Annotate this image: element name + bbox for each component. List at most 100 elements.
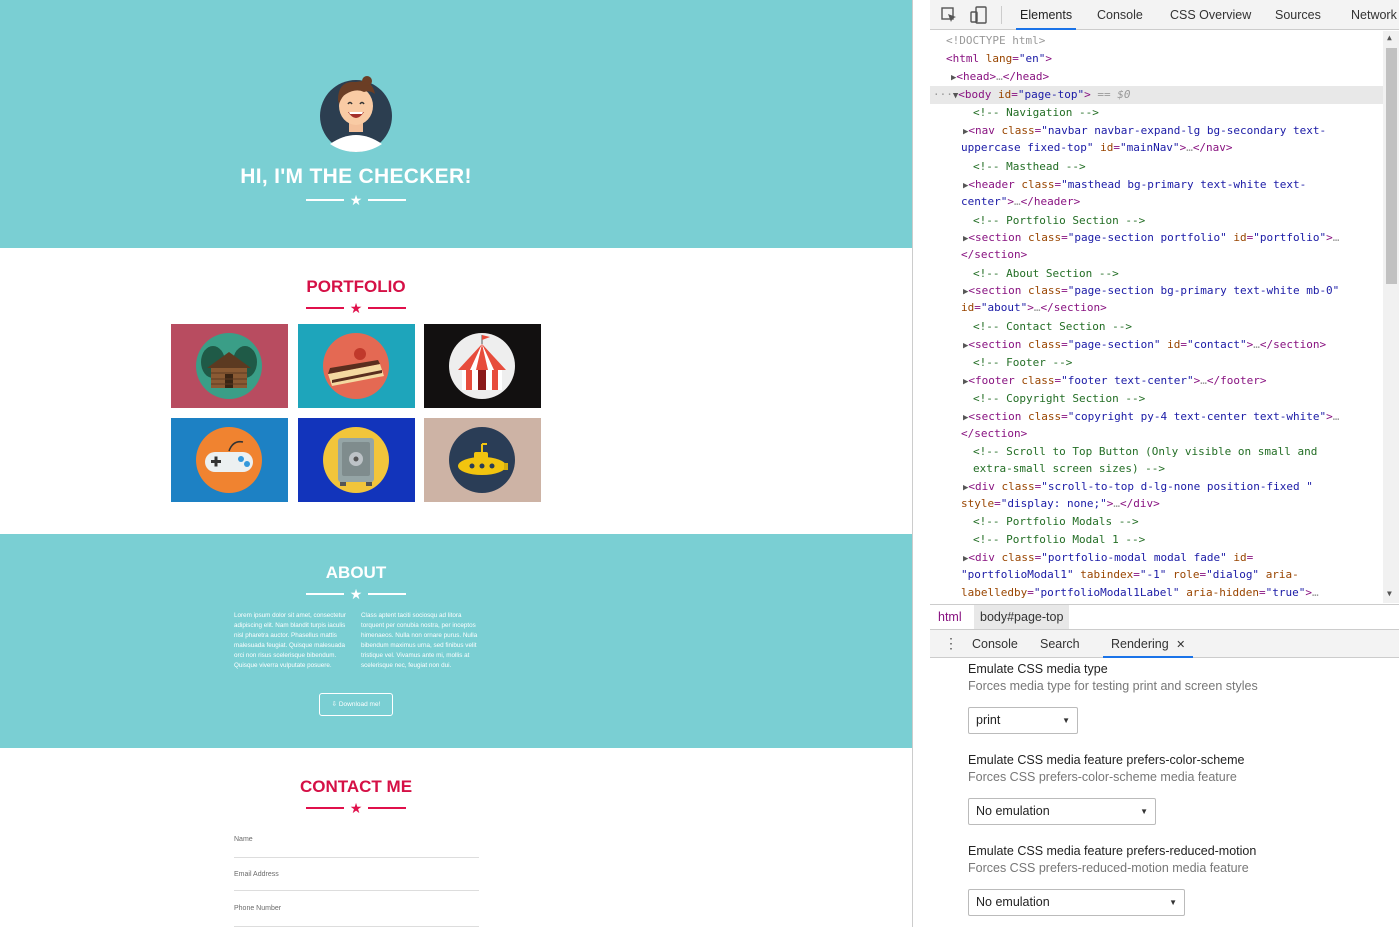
setting-description: Forces CSS prefers-color-scheme media fe… — [968, 770, 1237, 784]
masthead-title: HI, I'M THE CHECKER! — [240, 165, 472, 188]
device-toolbar-icon[interactable] — [970, 6, 988, 24]
dom-comment-wrap: extra-small screen sizes) --> — [973, 462, 1166, 475]
dom-node-doctype[interactable]: <!DOCTYPE html> — [946, 32, 1399, 50]
close-icon[interactable]: ✕ — [1176, 639, 1185, 651]
about-divider: ★ — [306, 587, 406, 601]
portfolio-item-cabin[interactable] — [171, 324, 288, 408]
scroll-up-icon[interactable]: ▲ — [1387, 33, 1392, 42]
chevron-down-icon: ▼ — [1062, 716, 1070, 725]
about-text-right: Class aptent taciti sociosqu ad litora t… — [361, 612, 478, 669]
email-field-label: Email Address — [234, 871, 279, 878]
dom-tree-scrollbar-thumb[interactable] — [1386, 48, 1397, 284]
tab-console[interactable]: Console — [1097, 0, 1143, 30]
portfolio-item-safe[interactable] — [298, 418, 415, 502]
drawer-tab-rendering-label: Rendering — [1111, 637, 1169, 651]
dom-node-div-modal-wrap: "portfolioModal1" tabindex="-1" role="di… — [961, 568, 1299, 581]
dom-node-section-copyright[interactable]: ▶<section class="copyright py-4 text-cen… — [963, 408, 1399, 426]
cabin-icon — [196, 333, 262, 399]
star-icon: ★ — [349, 300, 363, 316]
drawer-tab-rendering[interactable]: Rendering ✕ — [1103, 630, 1194, 658]
tab-sources[interactable]: Sources — [1275, 0, 1321, 30]
devtools-toolbar: Elements Console CSS Overview Sources Ne… — [930, 0, 1399, 30]
inspect-element-icon[interactable] — [940, 6, 958, 24]
dom-node-div-scroll-wrap: style="display: none;">…</div> — [961, 497, 1160, 510]
dom-node-section-portfolio-wrap: </section> — [961, 248, 1028, 261]
drawer-tab-search[interactable]: Search — [1040, 630, 1080, 658]
dom-comment[interactable]: <!-- Navigation --> — [973, 104, 1399, 122]
masthead: HI, I'M THE CHECKER! ★ — [0, 0, 912, 248]
rendering-panel: Emulate CSS media type Forces media type… — [930, 658, 1399, 927]
setting-title: Emulate CSS media feature prefers-reduce… — [968, 844, 1257, 858]
color-scheme-select[interactable]: No emulation ▼ — [968, 798, 1156, 825]
dom-comment[interactable]: <!-- Copyright Section --> — [973, 390, 1399, 408]
contact-divider: ★ — [306, 801, 406, 815]
dom-comment[interactable]: <!-- Masthead --> — [973, 158, 1399, 176]
dom-node-div-scroll[interactable]: ▶<div class="scroll-to-top d-lg-none pos… — [963, 478, 1399, 496]
tab-network[interactable]: Network — [1351, 0, 1397, 30]
portfolio-item-submarine[interactable] — [424, 418, 541, 502]
setting-title: Emulate CSS media type — [968, 662, 1108, 676]
dom-node-header[interactable]: ▶<header class="masthead bg-primary text… — [963, 176, 1399, 194]
dom-node-section-about[interactable]: ▶<section class="page-section bg-primary… — [963, 282, 1399, 300]
portfolio-item-cake[interactable] — [298, 324, 415, 408]
dom-node-section-portfolio[interactable]: ▶<section class="page-section portfolio"… — [963, 229, 1399, 247]
breadcrumb-body[interactable]: body#page-top — [974, 605, 1070, 629]
masthead-divider: ★ — [306, 193, 406, 207]
dom-comment[interactable]: <!-- About Section --> — [973, 265, 1399, 283]
chevron-down-icon: ▼ — [1169, 898, 1177, 907]
dom-comment[interactable]: <!-- Portfolio Section --> — [973, 212, 1399, 230]
more-options-icon[interactable]: ⋮ — [944, 634, 958, 652]
toolbar-separator — [1001, 6, 1002, 24]
portfolio-item-circus[interactable] — [424, 324, 541, 408]
game-controller-icon — [196, 427, 262, 493]
drawer-tab-console[interactable]: Console — [972, 630, 1018, 658]
dom-node-section-copyright-wrap: </section> — [961, 427, 1028, 440]
media-type-select-value: print — [976, 713, 1001, 727]
dom-tree: <!DOCTYPE html> <html lang="en"> ▶<head>… — [930, 31, 1399, 603]
dom-node-nav-wrap: uppercase fixed-top" id="mainNav">…</nav… — [961, 141, 1233, 154]
tab-elements[interactable]: Elements — [1016, 0, 1077, 30]
download-button[interactable]: ⇩ Download me! — [319, 693, 393, 716]
reduced-motion-select[interactable]: No emulation ▼ — [968, 889, 1185, 916]
download-button-label: Download me! — [338, 701, 381, 708]
star-icon: ★ — [349, 800, 363, 816]
setting-title: Emulate CSS media feature prefers-color-… — [968, 753, 1245, 767]
safe-icon — [323, 427, 389, 493]
about-title: ABOUT — [325, 563, 387, 582]
email-field[interactable]: Email Address — [234, 871, 479, 891]
dom-comment[interactable]: <!-- Scroll to Top Button (Only visible … — [973, 443, 1399, 461]
name-field[interactable]: Name — [234, 836, 479, 858]
submarine-icon — [449, 427, 515, 493]
dom-tree-scrollbar[interactable]: ▲ ▼ — [1383, 31, 1399, 603]
dom-comment[interactable]: <!-- Contact Section --> — [973, 318, 1399, 336]
dom-comment[interactable]: <!-- Portfolio Modals --> — [973, 513, 1399, 531]
dom-node-div-modal[interactable]: ▶<div class="portfolio-modal modal fade"… — [963, 549, 1399, 567]
dom-node-section-contact[interactable]: ▶<section class="page-section" id="conta… — [963, 336, 1399, 354]
portfolio-divider: ★ — [306, 301, 406, 315]
dom-comment[interactable]: <!-- Portfolio Modal 1 --> — [973, 531, 1399, 549]
media-type-select[interactable]: print ▼ — [968, 707, 1078, 734]
dom-node-html[interactable]: <html lang="en"> — [946, 50, 1399, 68]
page-preview: HI, I'M THE CHECKER! ★ PORTFOLIO ★ ABOUT… — [0, 0, 912, 927]
setting-description: Forces CSS prefers-reduced-motion media … — [968, 861, 1249, 875]
scroll-down-icon[interactable]: ▼ — [1387, 589, 1392, 598]
reduced-motion-select-value: No emulation — [976, 895, 1050, 909]
avatar-icon — [320, 76, 392, 152]
about-text-left: Lorem ipsum dolor sit amet, consectetur … — [234, 612, 346, 669]
portfolio-title: PORTFOLIO — [306, 277, 406, 296]
devtools-panel: Elements Console CSS Overview Sources Ne… — [912, 0, 1399, 927]
tab-css-overview[interactable]: CSS Overview — [1170, 0, 1251, 30]
portfolio-item-game[interactable] — [171, 418, 288, 502]
dom-node-nav[interactable]: ▶<nav class="navbar navbar-expand-lg bg-… — [963, 122, 1399, 140]
dom-node-head[interactable]: ▶<head>…</head> — [951, 68, 1399, 86]
contact-title: CONTACT ME — [299, 777, 413, 796]
dom-node-body[interactable]: ···▼<body id="page-top"> == $0 — [930, 86, 1383, 104]
name-field-label: Name — [234, 836, 253, 843]
dom-comment[interactable]: <!-- Footer --> — [973, 354, 1399, 372]
circus-icon — [449, 333, 515, 399]
dom-node-footer[interactable]: ▶<footer class="footer text-center">…</f… — [963, 372, 1399, 390]
breadcrumb-html[interactable]: html — [932, 605, 968, 629]
phone-field-label: Phone Number — [234, 905, 282, 912]
dom-node-div-modal-wrap2: labelledby="portfolioModal1Label" aria-h… — [961, 586, 1319, 599]
phone-field[interactable]: Phone Number — [234, 905, 479, 927]
